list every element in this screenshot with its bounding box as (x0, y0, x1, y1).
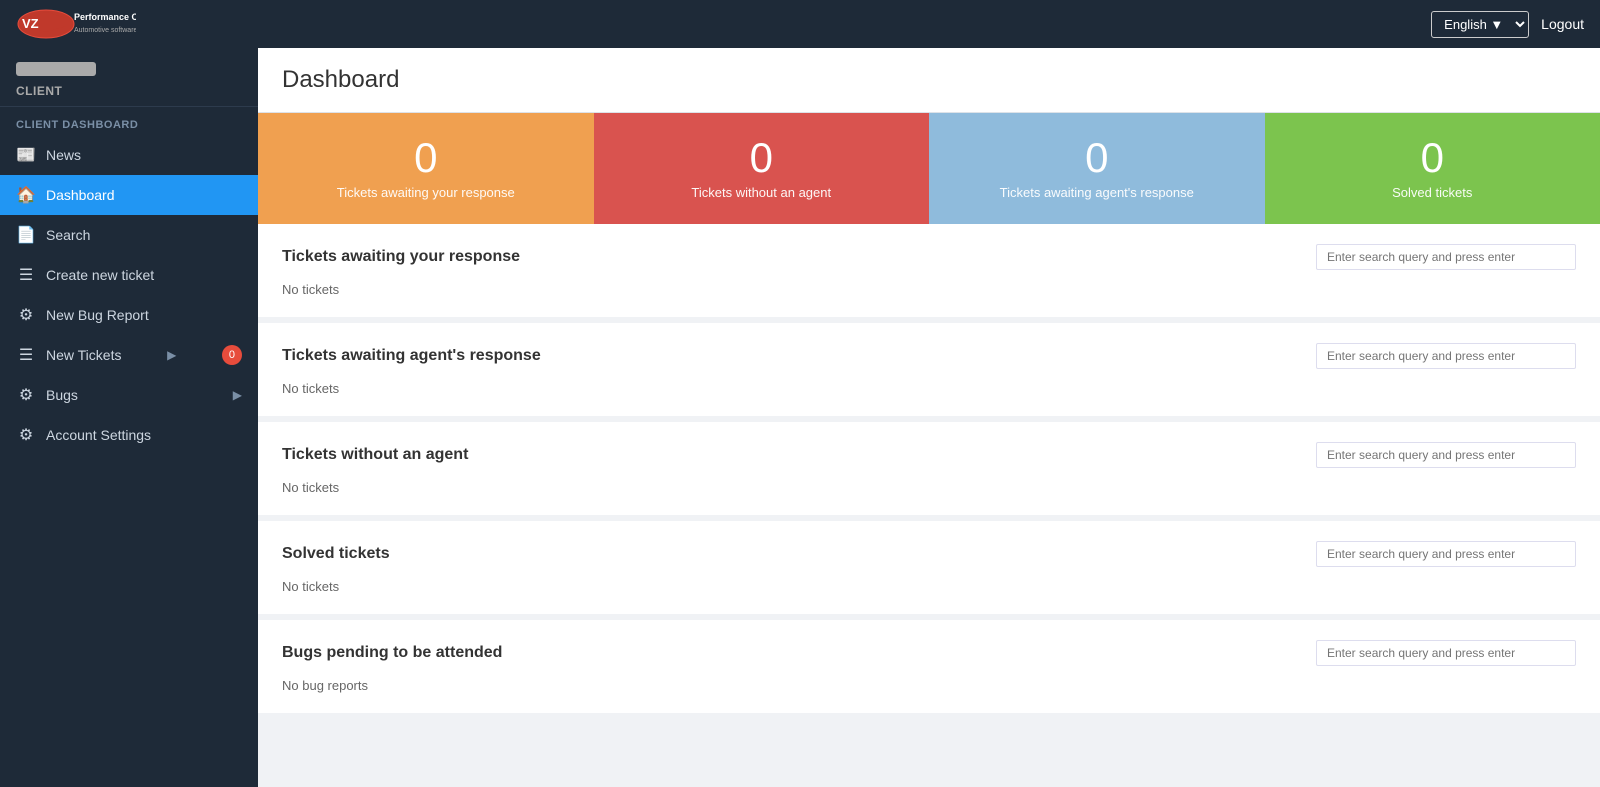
stat-card-solved[interactable]: 0 Solved tickets (1265, 113, 1600, 224)
section-header-awaiting-response: Tickets awaiting your response (282, 244, 1576, 270)
search-input-agent-response[interactable] (1316, 343, 1576, 369)
stats-row: 0 Tickets awaiting your response 0 Ticke… (258, 113, 1600, 224)
section-header-solved-tickets: Solved tickets (282, 541, 1576, 567)
section-header-without-agent: Tickets without an agent (282, 442, 1576, 468)
sidebar-item-search[interactable]: 📄 Search (0, 215, 258, 255)
search-input-bugs-pending[interactable] (1316, 640, 1576, 666)
stat-label-awaiting-response: Tickets awaiting your response (337, 185, 515, 200)
sidebar-item-label: New Tickets (46, 347, 121, 363)
language-selector[interactable]: English ▼ (1431, 11, 1529, 38)
search-input-awaiting-response[interactable] (1316, 244, 1576, 270)
no-bug-reports: No bug reports (282, 678, 1576, 693)
sidebar-item-news[interactable]: 📰 News (0, 135, 258, 175)
section-solved-tickets: Solved tickets No tickets (258, 521, 1600, 620)
sidebar-item-label: New Bug Report (46, 307, 149, 323)
page-title: Dashboard (282, 66, 1576, 94)
stat-number-solved: 0 (1421, 137, 1444, 179)
stat-label-without-agent: Tickets without an agent (691, 185, 831, 200)
no-tickets-without-agent: No tickets (282, 480, 1576, 495)
section-agent-response: Tickets awaiting agent's response No tic… (258, 323, 1600, 422)
main-content: Dashboard 0 Tickets awaiting your respon… (258, 48, 1600, 787)
bugs-chevron-right-icon: ▶ (233, 388, 242, 402)
sidebar-item-new-bug-report[interactable]: ⚙ New Bug Report (0, 295, 258, 335)
sidebar-user-section: CLIENT (0, 48, 258, 107)
stat-number-awaiting-response: 0 (414, 137, 437, 179)
section-awaiting-response: Tickets awaiting your response No ticket… (258, 224, 1600, 323)
section-title-solved-tickets: Solved tickets (282, 545, 390, 563)
sidebar-item-label: News (46, 147, 81, 163)
section-header-agent-response: Tickets awaiting agent's response (282, 343, 1576, 369)
sidebar-item-bugs[interactable]: ⚙ Bugs ▶ (0, 375, 258, 415)
sidebar-item-new-tickets[interactable]: ☰ New Tickets ▶ 0 (0, 335, 258, 375)
sidebar-item-label: Account Settings (46, 427, 151, 443)
no-tickets-agent-response: No tickets (282, 381, 1576, 396)
section-title-awaiting-response: Tickets awaiting your response (282, 248, 520, 266)
search-input-solved-tickets[interactable] (1316, 541, 1576, 567)
sidebar-item-account-settings[interactable]: ⚙ Account Settings (0, 415, 258, 455)
dashboard-icon: 🏠 (16, 185, 36, 205)
sidebar-item-label: Dashboard (46, 187, 115, 203)
chevron-right-icon: ▶ (167, 348, 176, 362)
top-navigation: VZ Performance Center Automotive softwar… (0, 0, 1600, 48)
sidebar-item-label: Search (46, 227, 90, 243)
section-without-agent: Tickets without an agent No tickets (258, 422, 1600, 521)
stat-number-agent-response: 0 (1085, 137, 1108, 179)
top-nav-right: English ▼ Logout (1431, 11, 1584, 38)
stat-card-agent-response[interactable]: 0 Tickets awaiting agent's response (929, 113, 1265, 224)
sidebar-item-create-ticket[interactable]: ☰ Create new ticket (0, 255, 258, 295)
sidebar-item-label: Bugs (46, 387, 78, 403)
stat-card-without-agent[interactable]: 0 Tickets without an agent (594, 113, 930, 224)
bug-report-icon: ⚙ (16, 305, 36, 325)
create-ticket-icon: ☰ (16, 265, 36, 285)
svg-text:VZ: VZ (22, 16, 39, 31)
svg-text:Performance Center: Performance Center (74, 12, 136, 22)
stat-number-without-agent: 0 (750, 137, 773, 179)
account-settings-icon: ⚙ (16, 425, 36, 445)
news-icon: 📰 (16, 145, 36, 165)
section-title-agent-response: Tickets awaiting agent's response (282, 347, 541, 365)
no-tickets-awaiting-response: No tickets (282, 282, 1576, 297)
section-title-bugs-pending: Bugs pending to be attended (282, 644, 502, 662)
sidebar-item-label: Create new ticket (46, 267, 154, 283)
user-avatar-placeholder (16, 62, 96, 76)
new-tickets-badge: 0 (222, 345, 242, 365)
search-input-without-agent[interactable] (1316, 442, 1576, 468)
sidebar-item-dashboard[interactable]: 🏠 Dashboard (0, 175, 258, 215)
bugs-icon: ⚙ (16, 385, 36, 405)
no-tickets-solved: No tickets (282, 579, 1576, 594)
stat-card-awaiting-response[interactable]: 0 Tickets awaiting your response (258, 113, 594, 224)
section-title-without-agent: Tickets without an agent (282, 446, 468, 464)
stat-label-agent-response: Tickets awaiting agent's response (1000, 185, 1194, 200)
logout-button[interactable]: Logout (1541, 16, 1584, 32)
search-icon: 📄 (16, 225, 36, 245)
section-header-bugs-pending: Bugs pending to be attended (282, 640, 1576, 666)
sidebar-section-label: CLIENT DASHBOARD (0, 107, 258, 135)
user-role-label: CLIENT (16, 84, 242, 98)
logo-area: VZ Performance Center Automotive softwar… (16, 6, 136, 42)
section-bugs-pending: Bugs pending to be attended No bug repor… (258, 620, 1600, 719)
sidebar: CLIENT CLIENT DASHBOARD 📰 News 🏠 Dashboa… (0, 48, 258, 787)
new-tickets-icon: ☰ (16, 345, 36, 365)
page-header: Dashboard (258, 48, 1600, 113)
stat-label-solved: Solved tickets (1392, 185, 1472, 200)
svg-text:Automotive software engineerin: Automotive software engineering (74, 27, 136, 34)
main-layout: CLIENT CLIENT DASHBOARD 📰 News 🏠 Dashboa… (0, 48, 1600, 787)
